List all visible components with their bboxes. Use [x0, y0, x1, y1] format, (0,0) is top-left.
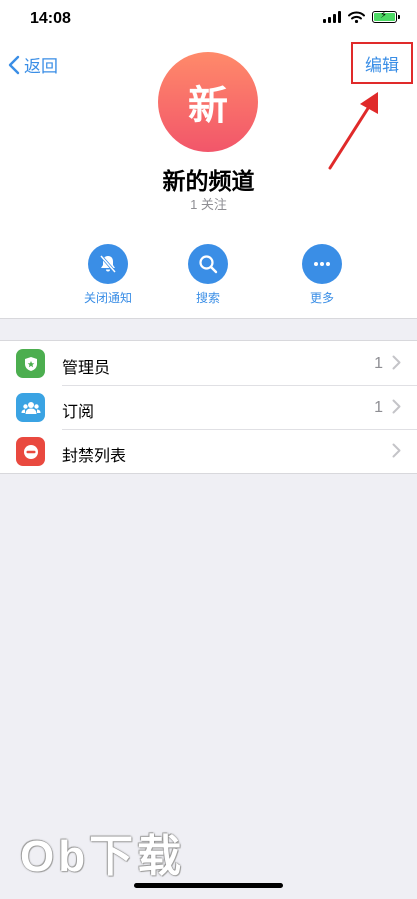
list-item-label: 订阅	[62, 404, 95, 421]
wifi-icon	[348, 11, 365, 23]
mute-notifications-button[interactable]: 关闭通知	[73, 244, 143, 306]
status-icons: ⚡	[323, 10, 400, 23]
chevron-left-icon	[8, 55, 20, 74]
edit-button[interactable]: 编辑	[351, 42, 413, 84]
list-item-subscribers[interactable]: 订阅 1	[0, 385, 417, 429]
search-label: 搜索	[195, 291, 220, 305]
ban-icon	[16, 437, 45, 466]
status-time: 14:08	[30, 10, 71, 27]
channel-header: 14:08 ⚡ 返回 编辑 新 新的频道 1 关注 关闭通知 搜索 更多	[0, 0, 417, 319]
more-label: 更多	[309, 291, 334, 305]
list-item-label: 管理员	[62, 360, 111, 377]
list-item-banned-list[interactable]: 封禁列表	[0, 429, 417, 473]
more-button[interactable]: 更多	[287, 244, 357, 306]
search-icon	[199, 255, 218, 274]
chevron-right-icon	[392, 355, 401, 370]
watermark: Ob下载	[20, 832, 186, 881]
channel-name: 新的频道	[162, 168, 255, 194]
chevron-right-icon	[392, 443, 401, 458]
admin-shield-icon	[16, 349, 45, 378]
more-icon	[314, 262, 330, 266]
avatar-initial: 新	[188, 84, 228, 128]
subscribers-icon	[16, 393, 45, 422]
chevron-right-icon	[392, 399, 401, 414]
list-item-label: 封禁列表	[62, 448, 127, 465]
list-item-count: 1	[374, 355, 383, 372]
list-item-administrators[interactable]: 管理员 1	[0, 341, 417, 385]
list-item-count: 1	[374, 399, 383, 416]
back-label: 返回	[24, 57, 58, 76]
battery-icon: ⚡	[372, 10, 400, 23]
home-indicator[interactable]	[134, 883, 283, 888]
subscriber-count: 1 关注	[190, 197, 227, 212]
edit-label: 编辑	[365, 55, 399, 75]
search-button[interactable]: 搜索	[173, 244, 243, 306]
channel-avatar[interactable]: 新	[158, 52, 258, 152]
channel-settings-list: 管理员 1 订阅 1 封禁列表	[0, 340, 417, 474]
bell-slash-icon	[99, 255, 117, 273]
back-button[interactable]: 返回	[8, 52, 58, 77]
status-bar: 14:08 ⚡	[0, 0, 417, 38]
cellular-signal-icon	[323, 11, 341, 23]
mute-notifications-label: 关闭通知	[83, 291, 132, 305]
